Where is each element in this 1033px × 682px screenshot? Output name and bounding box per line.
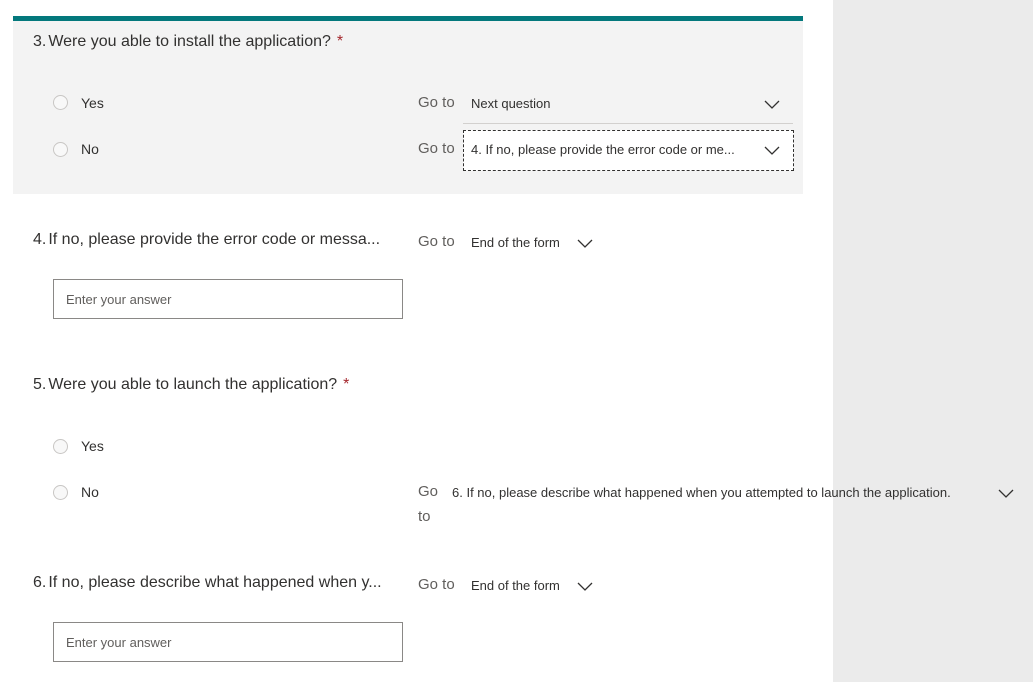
question-text: If no, please provide the error code or … [48, 231, 381, 248]
chevron-down-icon [764, 100, 780, 109]
option-label-no: No [81, 141, 99, 157]
question-text: Were you able to install the application… [48, 33, 331, 50]
branch-dropdown-value: 4. If no, please provide the error code … [471, 142, 735, 157]
goto-label: Go to [418, 576, 455, 593]
chevron-down-icon [577, 582, 593, 591]
option-label-no: No [81, 484, 99, 500]
branch-dropdown[interactable]: End of the form [463, 228, 603, 258]
question-3-title: 3. Were you able to install the applicati… [33, 33, 343, 51]
answer-input[interactable] [53, 622, 403, 662]
branch-dropdown-value: 6. If no, please describe what happened … [452, 485, 951, 500]
question-4-title[interactable]: 4. If no, please provide the error code o… [33, 231, 380, 249]
option-label-yes: Yes [81, 438, 104, 454]
question-number: 3. [33, 33, 47, 50]
question-6-title[interactable]: 6. If no, please describe what happened w… [33, 574, 382, 592]
right-gutter [833, 0, 1033, 682]
branch-dropdown-value: Next question [471, 96, 551, 111]
goto-label-line-1: Go [418, 483, 439, 500]
required-asterisk: * [336, 33, 344, 50]
chevron-down-icon [998, 489, 1014, 498]
answer-input[interactable] [53, 279, 403, 319]
question-number: 6. [33, 574, 47, 591]
form-editor: 3. Were you able to install the applicati… [0, 0, 1033, 682]
question-number: 4. [33, 231, 47, 248]
question-text: Were you able to launch the application? [48, 376, 338, 393]
radio-button-yes[interactable] [53, 95, 68, 110]
branch-dropdown-value: End of the form [471, 578, 560, 593]
goto-label: Go to [418, 94, 455, 111]
chevron-down-icon [577, 239, 593, 248]
dropdown-underline [463, 123, 793, 124]
radio-button-no[interactable] [53, 142, 68, 157]
branch-dropdown-no[interactable]: 4. If no, please provide the error code … [463, 130, 794, 171]
question-text: If no, please describe what happened whe… [48, 574, 382, 591]
option-label-yes: Yes [81, 95, 104, 111]
radio-button-yes[interactable] [53, 439, 68, 454]
branch-dropdown[interactable]: End of the form [463, 571, 603, 601]
chevron-down-icon [764, 146, 780, 155]
branch-dropdown-value: End of the form [471, 235, 560, 250]
required-asterisk: * [343, 376, 350, 393]
goto-label: Go to [418, 233, 455, 250]
branch-dropdown-yes[interactable]: Next question [463, 86, 793, 124]
radio-button-no[interactable] [53, 485, 68, 500]
question-number: 5. [33, 376, 47, 393]
goto-label: Go to [418, 140, 455, 157]
goto-label-line-2: to [418, 508, 431, 525]
question-5-title[interactable]: 5. Were you able to launch the applicatio… [33, 376, 349, 394]
branch-dropdown-no[interactable]: 6. If no, please describe what happened … [446, 478, 1024, 508]
